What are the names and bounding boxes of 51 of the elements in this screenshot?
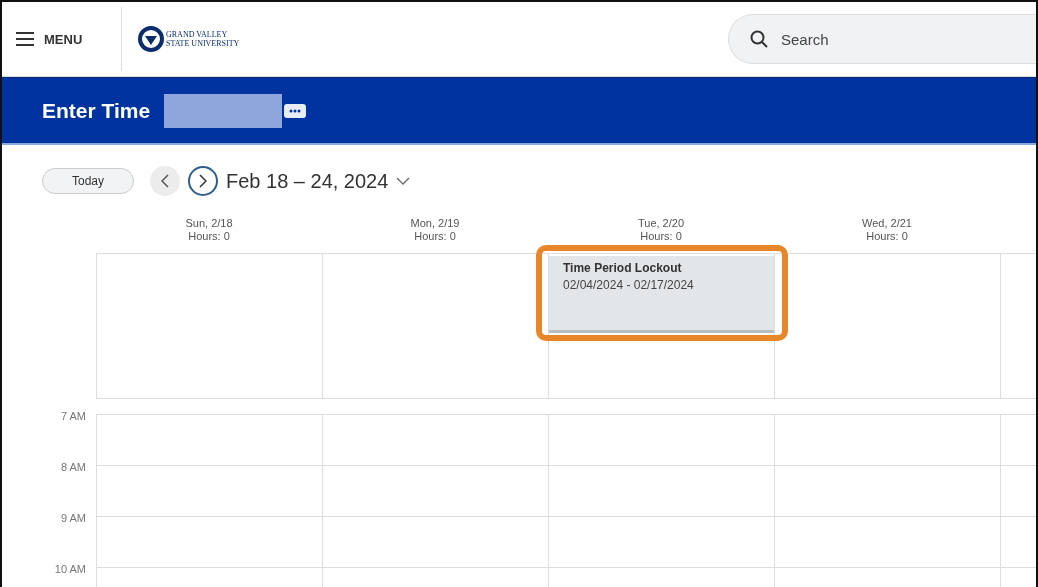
time-slot[interactable] bbox=[322, 414, 548, 465]
time-slot[interactable] bbox=[548, 414, 774, 465]
all-day-cell[interactable] bbox=[774, 253, 1000, 399]
chevron-left-icon bbox=[161, 174, 169, 188]
day-hours: Hours: 0 bbox=[414, 230, 456, 243]
time-slot[interactable] bbox=[1000, 465, 1036, 516]
ellipsis-icon bbox=[289, 108, 302, 113]
time-slot[interactable] bbox=[1000, 414, 1036, 465]
day-date: Mon, 2/19 bbox=[410, 217, 460, 230]
chevron-down-icon bbox=[396, 177, 411, 185]
today-button[interactable]: Today bbox=[42, 168, 134, 194]
time-slot[interactable] bbox=[548, 465, 774, 516]
search-field[interactable]: Search bbox=[728, 14, 1036, 64]
next-button[interactable] bbox=[188, 166, 218, 196]
time-slot[interactable] bbox=[774, 414, 1000, 465]
menu-icon bbox=[16, 32, 34, 46]
day-hours: Hours: 0 bbox=[640, 230, 682, 243]
day-hours: Hours: 0 bbox=[188, 230, 230, 243]
logo-icon bbox=[138, 26, 164, 52]
time-slot[interactable] bbox=[96, 465, 322, 516]
time-label: 9 AM bbox=[59, 512, 87, 526]
chevron-right-icon bbox=[199, 174, 207, 188]
time-slot[interactable] bbox=[96, 414, 322, 465]
day-date: Tue, 2/20 bbox=[637, 217, 685, 230]
university-name: GRAND VALLEY STATE UNIVERSITY bbox=[166, 30, 240, 48]
menu-button[interactable]: MENU bbox=[2, 7, 122, 71]
previous-button[interactable] bbox=[150, 166, 180, 196]
time-label: 8 AM bbox=[59, 461, 87, 475]
calendar-event[interactable]: Time Period Lockout 02/04/2024 - 02/17/2024 bbox=[549, 256, 774, 333]
all-day-cell[interactable]: Time Period Lockout 02/04/2024 - 02/17/2024 bbox=[548, 253, 774, 399]
day-date: Wed, 2/21 bbox=[862, 217, 912, 230]
all-day-cell[interactable] bbox=[1000, 253, 1036, 399]
day-date: Sun, 2/18 bbox=[185, 217, 233, 230]
time-label: 10 AM bbox=[53, 563, 87, 577]
date-range-dropdown[interactable]: Feb 18 – 24, 2024 bbox=[226, 169, 411, 193]
all-day-cell[interactable] bbox=[96, 253, 322, 399]
page-title: Enter Time bbox=[42, 98, 151, 123]
event-title: Time Period Lockout bbox=[563, 261, 683, 275]
time-slot[interactable] bbox=[322, 465, 548, 516]
time-slot[interactable] bbox=[774, 516, 1000, 567]
time-slot[interactable] bbox=[322, 516, 548, 567]
time-label: 7 AM bbox=[59, 410, 87, 424]
time-slot[interactable] bbox=[548, 516, 774, 567]
more-button[interactable] bbox=[284, 103, 307, 118]
all-day-cell[interactable] bbox=[322, 253, 548, 399]
search-icon bbox=[750, 30, 768, 48]
day-hours: Hours: 0 bbox=[866, 230, 908, 243]
time-slot[interactable] bbox=[774, 465, 1000, 516]
event-dates: 02/04/2024 - 02/17/2024 bbox=[563, 278, 695, 292]
time-slot[interactable] bbox=[1000, 516, 1036, 567]
time-slot[interactable] bbox=[96, 516, 322, 567]
